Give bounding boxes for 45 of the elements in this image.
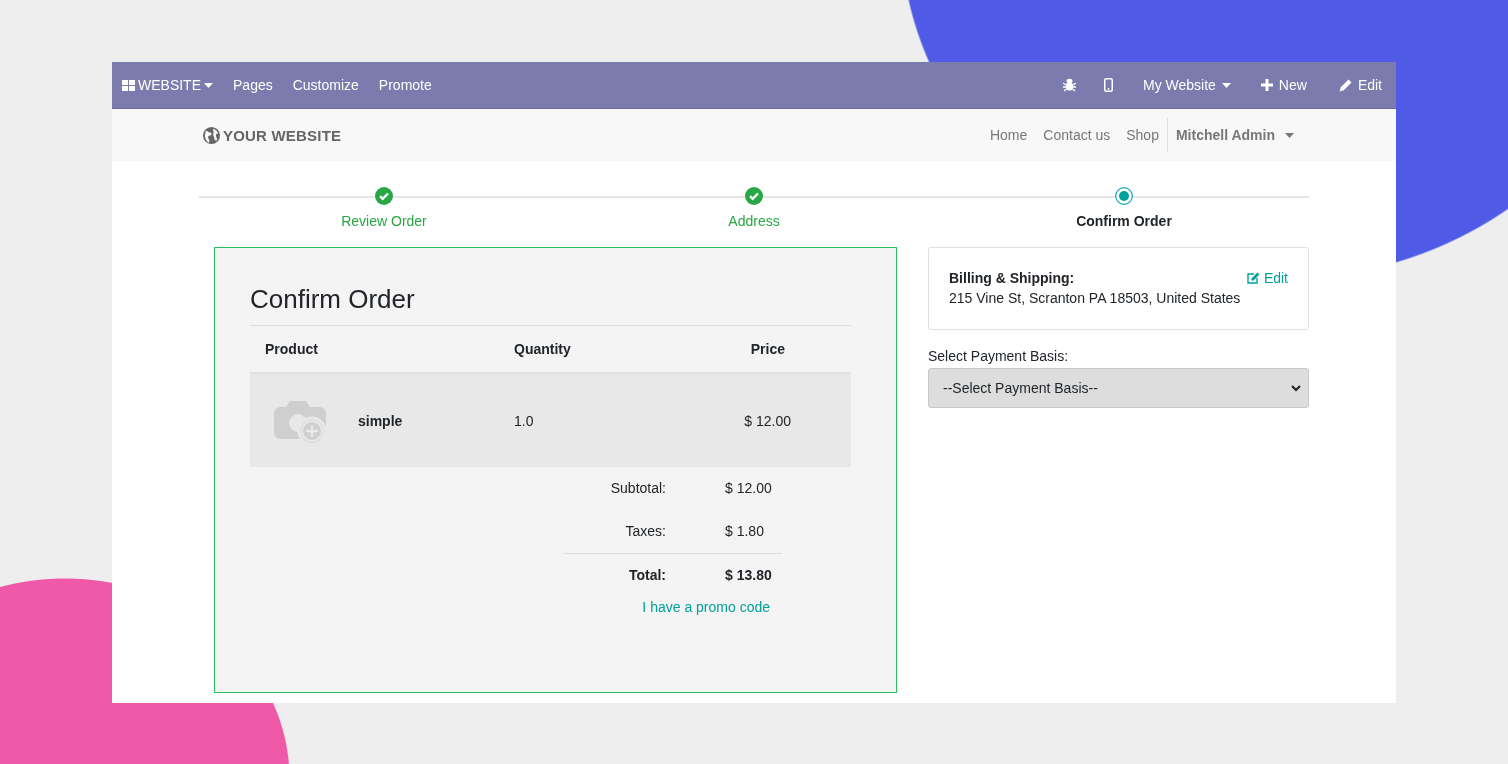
chevron-down-icon	[1291, 384, 1301, 392]
globe-icon	[202, 125, 221, 145]
step-label: Confirm Order	[1076, 213, 1172, 229]
admin-menu-item[interactable]: Promote	[368, 77, 442, 93]
payment-select[interactable]: --Select Payment Basis--	[928, 368, 1309, 408]
edit-address-link[interactable]: Edit	[1245, 270, 1288, 286]
site-logo[interactable]: YOUR WEBSITE	[202, 125, 342, 145]
nav-link[interactable]: Home	[981, 127, 1036, 143]
nav-link[interactable]: Contact us	[1035, 127, 1119, 143]
nav-link[interactable]: Shop	[1118, 127, 1167, 143]
caret-icon	[204, 82, 213, 88]
step-label: Address	[728, 213, 780, 229]
caret-icon	[1221, 82, 1231, 88]
bug-icon	[1063, 78, 1076, 92]
edit-icon	[1245, 271, 1260, 285]
admin-menu-item[interactable]: Pages	[223, 77, 283, 93]
column-header: Product	[265, 341, 319, 357]
step-label: Review Order	[341, 213, 427, 229]
website-switcher[interactable]: My Website	[1127, 77, 1247, 93]
pencil-icon	[1338, 78, 1352, 92]
total-value: $ 1.80	[724, 522, 765, 541]
column-header: Price	[750, 341, 785, 357]
payment-label: Select Payment Basis:	[928, 348, 1070, 364]
total-label: Total:	[563, 553, 666, 597]
total-label: Taxes:	[624, 522, 666, 541]
total-label: Subtotal:	[609, 479, 666, 498]
plus-icon	[1260, 79, 1273, 91]
quantity-cell-text: 1.0	[514, 412, 535, 429]
edit-button[interactable]: Edit	[1320, 77, 1386, 93]
column-header: Quantity	[514, 341, 572, 357]
app-menu[interactable]: WEBSITE	[122, 77, 223, 93]
price-cell-text: $ 12.00	[743, 412, 791, 429]
total-value: $ 13.80	[666, 553, 782, 597]
promo-code-link[interactable]: I have a promo code	[250, 599, 770, 615]
page-title: Confirm Order	[250, 284, 416, 315]
address-text: 215 Vine St, Scranton PA 18503, United States	[949, 290, 1242, 306]
user-menu[interactable]: Mitchell Admin	[1166, 118, 1302, 152]
grid-icon	[122, 79, 135, 91]
caret-icon	[1285, 132, 1294, 138]
product-name: simple	[358, 412, 404, 429]
mobile-icon	[1104, 78, 1113, 92]
new-button[interactable]: New	[1246, 77, 1321, 93]
billing-heading: Billing & Shipping:	[949, 270, 1076, 286]
total-value: $ 12.00	[724, 479, 773, 498]
admin-menu-item[interactable]: Customize	[282, 77, 369, 93]
